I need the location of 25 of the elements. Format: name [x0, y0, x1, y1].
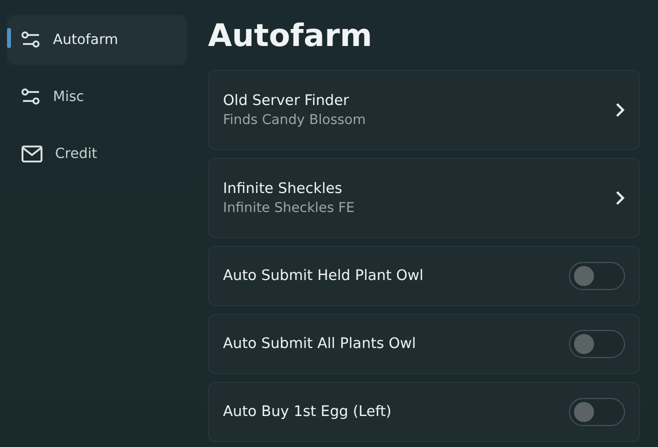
- chevron-right-icon: [615, 190, 625, 206]
- option-title: Auto Submit All Plants Owl: [223, 336, 416, 352]
- page-title: Autofarm: [208, 18, 374, 54]
- tab-label: Credit: [55, 146, 98, 162]
- tab-label: Autofarm: [53, 32, 118, 48]
- chevron-right-icon: [615, 102, 625, 118]
- sidebar-tab[interactable]: Misc: [7, 72, 187, 122]
- option-description: Infinite Sheckles FE: [223, 200, 355, 216]
- option-description: Finds Candy Blossom: [223, 112, 366, 128]
- option-title: Auto Submit Held Plant Owl: [223, 268, 424, 284]
- action-card[interactable]: Old Server Finder Finds Candy Blossom: [208, 70, 640, 150]
- action-card[interactable]: Infinite Sheckles Infinite Sheckles FE: [208, 158, 640, 238]
- mail-icon: [21, 145, 43, 163]
- option-title: Old Server Finder: [223, 92, 350, 108]
- sliders-icon: [21, 31, 41, 49]
- toggle-switch[interactable]: [569, 330, 625, 358]
- sliders-icon: [21, 88, 41, 106]
- toggle-switch[interactable]: [569, 262, 625, 290]
- toggle-switch[interactable]: [569, 398, 625, 426]
- option-title: Auto Buy 1st Egg (Left): [223, 404, 392, 420]
- sidebar-tab[interactable]: Autofarm: [7, 15, 187, 65]
- option-title: Infinite Sheckles: [223, 180, 344, 196]
- active-indicator: [7, 28, 11, 48]
- sidebar-tab[interactable]: Credit: [7, 129, 187, 179]
- tab-label: Misc: [53, 89, 84, 105]
